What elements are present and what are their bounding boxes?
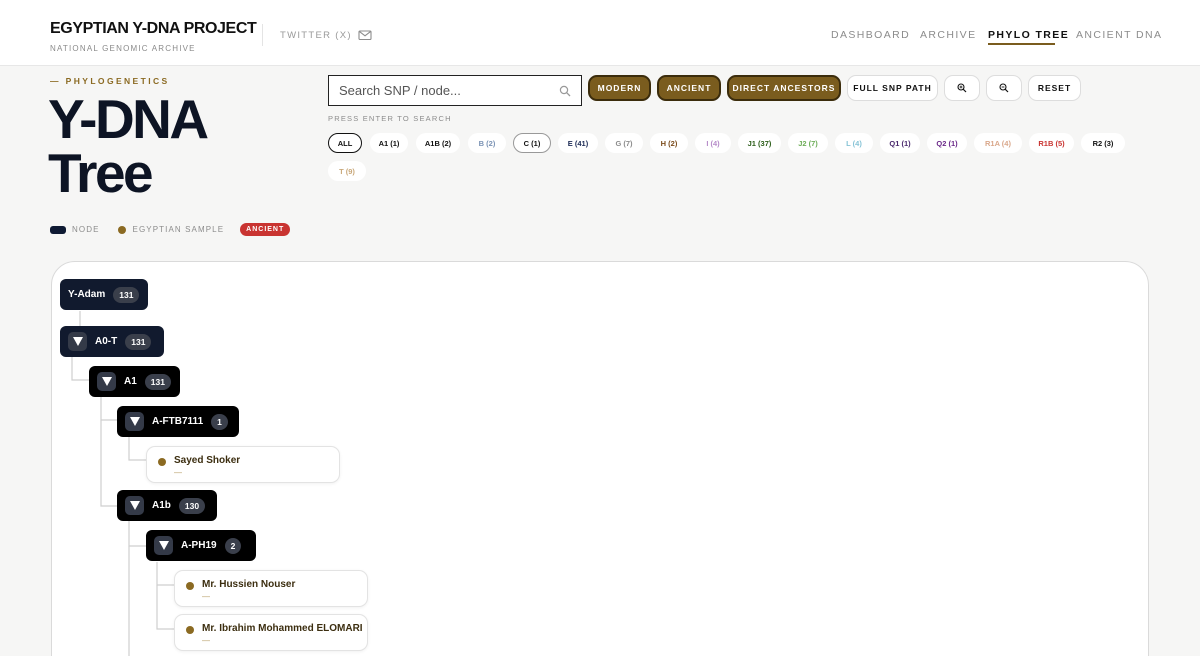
filter-chip-b[interactable]: B (2) — [468, 133, 506, 153]
nav-ancient-dna[interactable]: ANCIENT DNA — [1076, 29, 1162, 41]
triangle-down-icon — [158, 541, 169, 550]
tree-node-a1b[interactable]: A1b 130 — [117, 490, 217, 521]
zoom-in-button[interactable] — [944, 75, 980, 101]
filter-chip-a1[interactable]: A1 (1) — [370, 133, 408, 153]
node-label: A-PH19 — [181, 540, 217, 551]
search-icon[interactable] — [559, 85, 571, 97]
collapse-toggle[interactable] — [97, 372, 116, 391]
sample-name: Mr. Ibrahim Mohammed ELOMARI — [202, 623, 363, 634]
collapse-toggle[interactable] — [125, 496, 144, 515]
node-label: Y-Adam — [68, 289, 106, 300]
nav-archive[interactable]: ARCHIVE — [920, 29, 976, 41]
tree-node-y-adam[interactable]: Y-Adam 131 — [60, 279, 148, 310]
nav-dashboard[interactable]: DASHBOARD — [831, 29, 910, 41]
reset-button[interactable]: RESET — [1028, 75, 1081, 101]
node-label: A1 — [124, 376, 137, 387]
node-count-badge: 131 — [113, 286, 140, 303]
collapse-toggle[interactable] — [125, 412, 144, 431]
page-title-line-1: Y-DNA — [48, 88, 209, 150]
node-count-badge: 131 — [125, 333, 152, 350]
zoom-in-icon — [957, 83, 967, 93]
filter-chip-q1[interactable]: Q1 (1) — [880, 133, 920, 153]
mail-icon[interactable] — [358, 28, 372, 42]
triangle-down-icon — [101, 377, 112, 386]
top-header: EGYPTIAN Y-DNA PROJECT NATIONAL GENOMIC … — [0, 0, 1200, 66]
section-eyebrow: — PHYLOGENETICS — [50, 76, 170, 86]
node-label: A0-T — [95, 336, 118, 347]
page-title: Y-DNA Tree — [48, 88, 209, 204]
nav-phylo-tree[interactable]: PHYLO TREE — [988, 29, 1069, 41]
filter-chip-r1a[interactable]: R1A (4) — [974, 133, 1022, 153]
search-input[interactable] — [329, 76, 549, 105]
node-label: A1b — [152, 500, 171, 511]
filter-chip-all[interactable]: ALL — [328, 133, 362, 153]
page-title-line-2: Tree — [48, 142, 154, 204]
sample-detail: — — [174, 468, 182, 477]
tree-node-a-ph19[interactable]: A-PH19 2 — [146, 530, 256, 561]
node-count-badge: 2 — [224, 537, 242, 554]
filter-chip-c[interactable]: C (1) — [513, 133, 551, 153]
full-snp-path-button[interactable]: FULL SNP PATH — [847, 75, 938, 101]
filter-chip-j2[interactable]: J2 (7) — [788, 133, 828, 153]
sample-name: Mr. Hussien Nouser — [202, 579, 296, 590]
filter-chip-r1b[interactable]: R1B (5) — [1029, 133, 1074, 153]
sample-dot — [158, 458, 166, 466]
brand-subtitle: NATIONAL GENOMIC ARCHIVE — [50, 44, 196, 53]
brand[interactable]: EGYPTIAN Y-DNA PROJECT NATIONAL GENOMIC … — [50, 20, 257, 53]
sample-detail: — — [202, 636, 210, 645]
header-divider — [262, 24, 263, 46]
sample-card-ibrahim-elomari[interactable]: Mr. Ibrahim Mohammed ELOMARI — — [174, 614, 368, 651]
node-count-badge: 130 — [178, 497, 206, 514]
ancient-button[interactable]: ANCIENT — [657, 75, 721, 101]
tree-node-a1[interactable]: A1 131 — [89, 366, 180, 397]
zoom-out-icon — [999, 83, 1009, 93]
search-hint: PRESS ENTER TO SEARCH — [328, 114, 452, 123]
filter-chip-g[interactable]: G (7) — [605, 133, 643, 153]
filter-chip-l[interactable]: L (4) — [835, 133, 873, 153]
tree-node-a0-t[interactable]: A0-T 131 — [60, 326, 164, 357]
filter-chip-q2[interactable]: Q2 (1) — [927, 133, 967, 153]
filter-chip-a1b[interactable]: A1B (2) — [416, 133, 460, 153]
sample-legend-label: EGYPTIAN SAMPLE — [132, 225, 225, 234]
filter-chip-j1[interactable]: J1 (37) — [738, 133, 781, 153]
sample-card-hussien-nouser[interactable]: Mr. Hussien Nouser — — [174, 570, 368, 607]
twitter-link[interactable]: TWITTER (X) — [280, 30, 352, 41]
tree-panel[interactable]: Y-Adam 131 A0-T 131 A1 131 A-FTB7111 1 S… — [51, 261, 1149, 656]
search-box — [328, 75, 582, 106]
brand-title: EGYPTIAN Y-DNA PROJECT — [50, 20, 257, 37]
collapse-toggle[interactable] — [154, 536, 173, 555]
node-count-badge: 131 — [144, 373, 171, 390]
sample-dot — [186, 582, 194, 590]
filter-chip-r2[interactable]: R2 (3) — [1081, 133, 1125, 153]
node-label: A-FTB7111 — [152, 416, 204, 427]
node-legend-label: NODE — [72, 225, 100, 234]
sample-dot — [186, 626, 194, 634]
sample-legend-dot — [117, 225, 126, 234]
triangle-down-icon — [129, 417, 140, 426]
active-nav-indicator — [988, 43, 1055, 45]
sample-name: Sayed Shoker — [174, 455, 241, 466]
tree-legend: NODE EGYPTIAN SAMPLE ANCIENT — [50, 223, 291, 236]
filter-chip-t[interactable]: T (9) — [328, 161, 366, 181]
sample-detail: — — [202, 592, 210, 601]
sample-card-sayed-shoker[interactable]: Sayed Shoker — — [146, 446, 340, 483]
triangle-down-icon — [72, 337, 83, 346]
zoom-out-button[interactable] — [986, 75, 1022, 101]
modern-button[interactable]: MODERN — [588, 75, 651, 101]
collapse-toggle[interactable] — [68, 332, 87, 351]
filter-chip-i[interactable]: I (4) — [695, 133, 731, 153]
filter-chip-e[interactable]: E (41) — [558, 133, 598, 153]
tree-node-a-ftb7111[interactable]: A-FTB7111 1 — [117, 406, 239, 437]
filter-chip-h[interactable]: H (2) — [650, 133, 688, 153]
node-count-badge: 1 — [211, 413, 228, 430]
ancient-legend-badge: ANCIENT — [240, 223, 291, 236]
triangle-down-icon — [129, 501, 140, 510]
direct-ancestors-button[interactable]: DIRECT ANCESTORS — [727, 75, 841, 101]
node-legend-swatch — [50, 225, 66, 234]
